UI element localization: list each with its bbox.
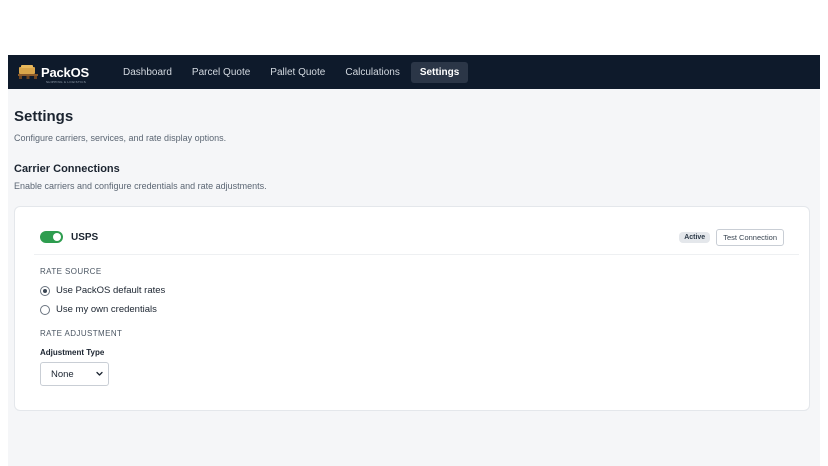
top-navbar: PackOS SHIPPING & LOGISTICS Dashboard Pa…: [8, 55, 820, 89]
section-subtitle: Enable carriers and configure credential…: [14, 181, 267, 191]
carrier-card-header: USPS Active Test Connection: [40, 228, 784, 246]
select-value: None: [51, 368, 74, 380]
adjustment-type-label: Adjustment Type: [40, 348, 105, 357]
carrier-name: USPS: [71, 231, 99, 243]
main-nav: Dashboard Parcel Quote Pallet Quote Calc…: [114, 55, 470, 89]
radio-own-credentials[interactable]: Use my own credentials: [40, 304, 157, 315]
radio-button[interactable]: [40, 304, 50, 315]
rate-source-label: RATE SOURCE: [40, 267, 102, 276]
adjustment-type-select[interactable]: None: [40, 362, 109, 386]
logo-wordmark: PackOS: [41, 64, 89, 80]
nav-dashboard[interactable]: Dashboard: [114, 62, 181, 83]
section-title: Carrier Connections: [14, 163, 120, 175]
chevron-down-icon: [96, 371, 103, 376]
radio-button-checked[interactable]: [40, 285, 50, 296]
nav-calculations[interactable]: Calculations: [336, 62, 408, 83]
nav-settings[interactable]: Settings: [410, 61, 469, 83]
status-badge: Active: [679, 231, 711, 243]
page-title: Settings: [14, 108, 74, 125]
toggle-knob: [53, 233, 61, 241]
page-subtitle: Configure carriers, services, and rate d…: [14, 133, 227, 143]
settings-header: Settings Configure carriers, services, a…: [14, 108, 810, 191]
radio-label: Use PackOS default rates: [56, 285, 166, 296]
radio-default-rates[interactable]: Use PackOS default rates: [40, 285, 165, 296]
logo-tagline: SHIPPING & LOGISTICS: [46, 80, 87, 84]
test-connection-button[interactable]: Test Connection: [716, 228, 784, 246]
carrier-enable-toggle[interactable]: [40, 231, 63, 243]
nav-parcel-quote[interactable]: Parcel Quote: [183, 62, 259, 83]
pallet-logo-icon: [18, 65, 38, 79]
radio-label: Use my own credentials: [56, 304, 157, 315]
nav-pallet-quote[interactable]: Pallet Quote: [261, 62, 334, 83]
carrier-card-usps: USPS Active Test Connection RATE SOURCE …: [14, 206, 810, 411]
card-divider: [34, 254, 799, 255]
carrier-header-actions: Active Test Connection: [679, 228, 784, 246]
rate-adjustment-label: RATE ADJUSTMENT: [40, 329, 123, 338]
packos-logo[interactable]: PackOS SHIPPING & LOGISTICS: [17, 59, 105, 85]
